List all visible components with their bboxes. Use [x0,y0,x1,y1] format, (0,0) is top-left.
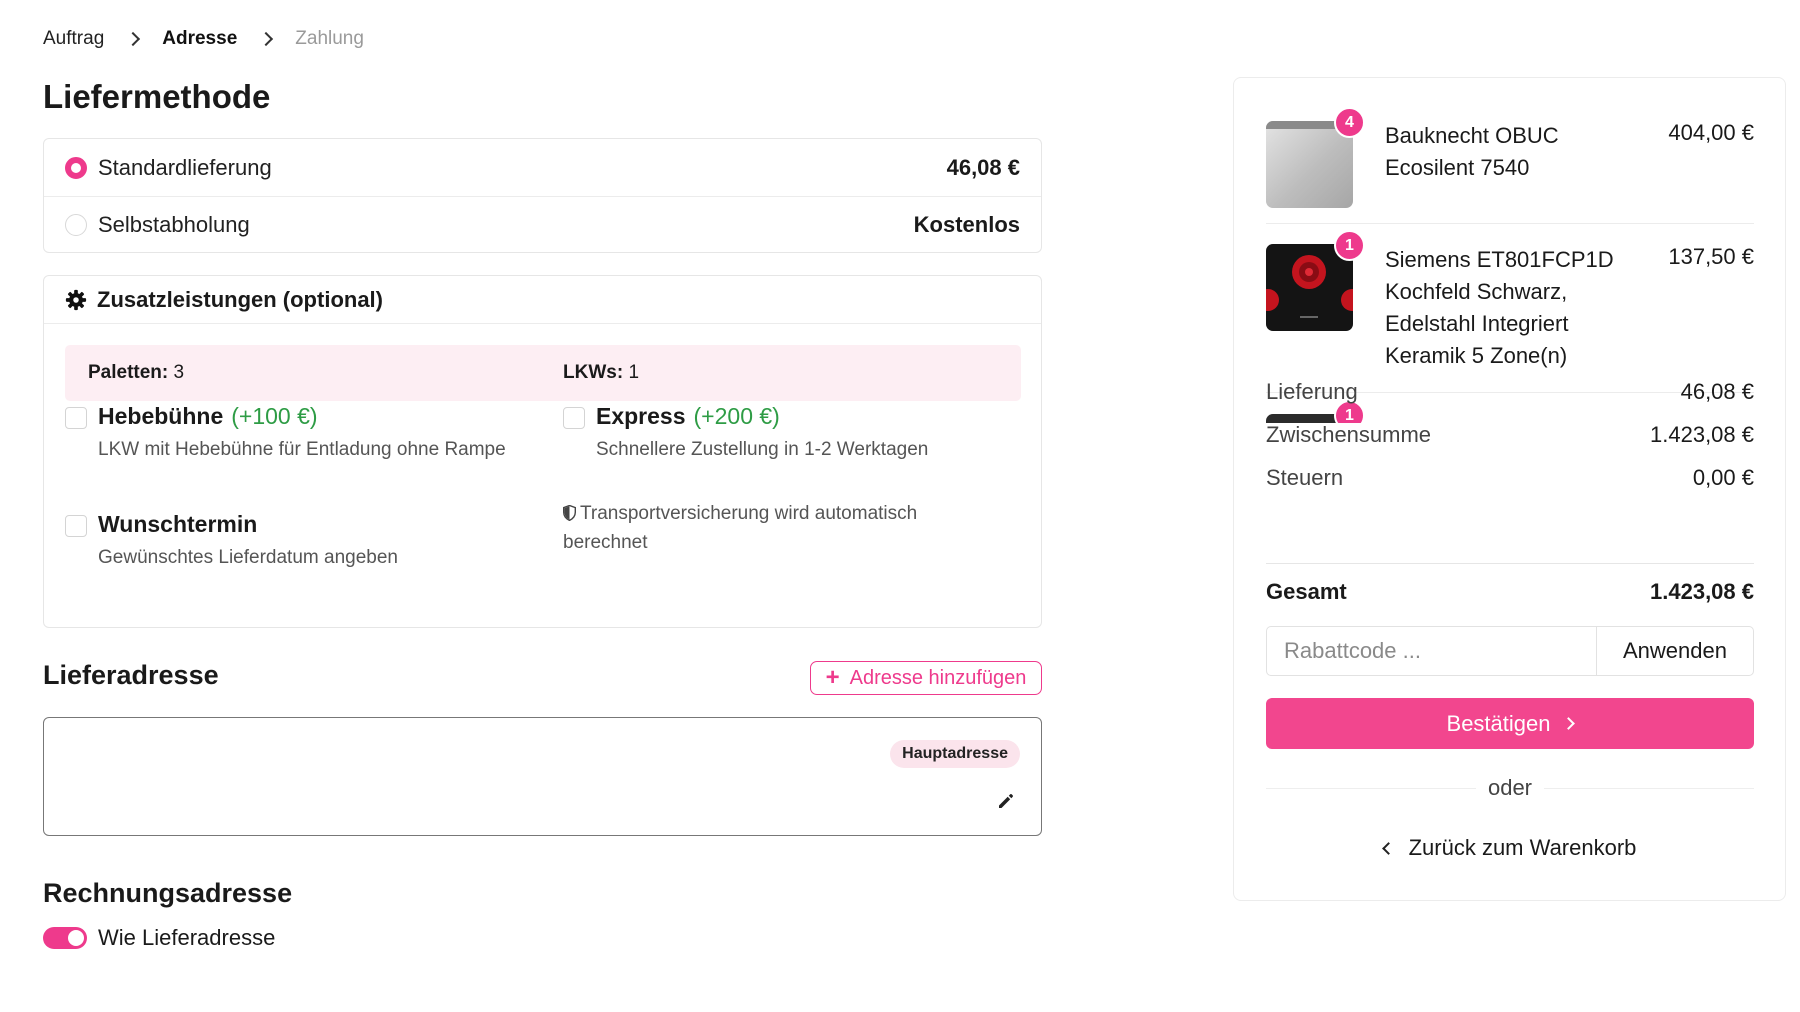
option-lift-platform: Hebebühne (+100 €) LKW mit Hebebühne für … [65,403,525,466]
product-title: Bauknecht OBUC Ecosilent 7540 [1385,123,1559,180]
chevron-right-icon [1562,717,1576,730]
delivery-option-pickup[interactable]: Selbstabholung Kostenlos [44,196,1041,253]
gear-icon [65,289,87,310]
option-title-row: Hebebühne (+100 €) [98,403,525,430]
option-description: LKW mit Hebebühne für Entladung ohne Ram… [98,439,506,460]
delivery-label: Lieferung [1266,379,1358,404]
option-title: Express [596,403,686,429]
trucks-info: LKWs: 1 [540,362,1015,384]
plus-icon: + [825,664,840,691]
or-label: oder [1475,775,1545,801]
option-express: Express (+200 €) Schnellere Zustellung in… [563,403,1023,466]
delivery-option-name: Selbstabholung [98,212,250,237]
breadcrumb-step-order[interactable]: Auftrag [43,28,104,50]
pallets-label: Paletten: [88,362,169,383]
radio-standard-delivery[interactable] [65,156,87,179]
breadcrumb-step-payment: Zahlung [295,28,364,49]
cart-item: 4 Bauknecht OBUC Ecosilent 7540 404,00 € [1266,107,1754,215]
checkbox-lift-platform[interactable] [65,407,87,429]
order-summary: 4 Bauknecht OBUC Ecosilent 7540 404,00 €… [1233,77,1786,901]
same-as-shipping-label: Wie Lieferadresse [98,925,276,950]
summary-total-row: Gesamt 1.423,08 € [1266,579,1754,605]
cart-items-list[interactable]: 4 Bauknecht OBUC Ecosilent 7540 404,00 €… [1266,78,1754,423]
summary-delivery-row: Lieferung 46,08 € [1266,379,1754,405]
coupon-form: Anwenden [1266,626,1754,676]
insurance-note-text: Transportversicherung wird automatisch b… [563,503,918,553]
shipment-info-bar: Paletten: 3 LKWs: 1 [65,345,1021,401]
extra-services-card: Zusatzleistungen (optional) Paletten: 3 … [43,275,1042,628]
item-divider [1266,223,1754,224]
product-price: 137,50 € [1668,244,1754,269]
checkbox-preferred-date[interactable] [65,515,87,537]
delivery-option-name: Standardlieferung [98,154,272,180]
billing-address-title: Rechnungsadresse [43,878,293,908]
or-divider: oder [1266,774,1754,802]
confirm-label: Bestätigen [1446,710,1551,736]
trucks-value: 1 [628,362,640,383]
same-as-shipping-toggle[interactable] [43,927,87,949]
shipping-address-title: Lieferadresse [43,660,219,690]
delivery-value: 46,08 € [1680,379,1754,404]
insurance-note: Transportversicherung wird automatisch b… [563,499,983,557]
pencil-icon[interactable] [996,791,1016,811]
total-label: Gesamt [1266,579,1347,604]
option-title: Hebebühne [98,403,224,429]
pallets-value: 3 [173,362,185,383]
tax-value: 0,00 € [1692,465,1754,490]
back-to-cart-link[interactable]: Zurück zum Warenkorb [1266,835,1754,861]
cart-item: 1 Siemens ET801FCP1D Kochfeld Schwarz, E… [1266,230,1754,384]
chevron-left-icon [1381,841,1395,855]
quantity-badge: 4 [1334,107,1365,138]
delivery-option-price: 46,08 € [946,154,1020,180]
same-as-shipping-row: Wie Lieferadresse [43,925,275,951]
summary-subtotal-row: Zwischensumme 1.423,08 € [1266,422,1754,448]
option-description: Schnellere Zustellung in 1-2 Werktagen [596,439,929,460]
delivery-method-title: Liefermethode [43,78,271,115]
total-value: 1.423,08 € [1650,579,1754,604]
radio-self-pickup[interactable] [65,214,87,236]
option-title-row: Express (+200 €) [596,403,1023,430]
address-card[interactable]: Hauptadresse [43,717,1042,836]
summary-tax-row: Steuern 0,00 € [1266,465,1754,491]
main-address-badge: Hauptadresse [890,740,1020,768]
option-price: (+200 €) [693,403,780,429]
quantity-badge: 1 [1334,230,1365,261]
product-price: 404,00 € [1668,120,1754,145]
add-address-label: Adresse hinzufügen [849,666,1027,689]
option-title: Wunschtermin [98,511,258,537]
checkbox-express[interactable] [563,407,585,429]
add-address-button[interactable]: + Adresse hinzufügen [810,661,1042,695]
pallets-info: Paletten: 3 [65,362,540,384]
shield-icon [563,505,576,521]
product-title: Siemens ET801FCP1D Kochfeld Schwarz, Ede… [1385,247,1614,368]
subtotal-value: 1.423,08 € [1650,422,1754,447]
delivery-option-standard[interactable]: Standardlieferung 46,08 € [44,139,1041,196]
option-preferred-date: Wunschtermin Gewünschtes Lieferdatum ang… [65,511,525,574]
subtotal-label: Zwischensumme [1266,422,1432,447]
confirm-button[interactable]: Bestätigen [1266,698,1754,749]
breadcrumb-step-address[interactable]: Adresse [162,28,237,50]
option-price: (+100 €) [231,403,318,429]
extra-services-title: Zusatzleistungen (optional) [97,286,383,312]
back-to-cart-label: Zurück zum Warenkorb [1408,835,1637,860]
breadcrumb: Auftrag Adresse Zahlung [43,28,364,50]
coupon-input[interactable] [1267,627,1596,675]
option-description: Gewünschtes Lieferdatum angeben [98,547,398,568]
delivery-option-price: Kostenlos [913,212,1020,237]
chevron-right-icon [126,31,141,47]
extra-services-header: Zusatzleistungen (optional) [44,276,1041,324]
delivery-method-card: Standardlieferung 46,08 € Selbstabholung… [43,138,1042,253]
trucks-label: LKWs: [563,362,624,383]
summary-divider [1266,563,1754,564]
toggle-knob [68,930,84,946]
apply-coupon-button[interactable]: Anwenden [1596,627,1753,675]
tax-label: Steuern [1266,465,1344,490]
chevron-right-icon [259,31,274,47]
